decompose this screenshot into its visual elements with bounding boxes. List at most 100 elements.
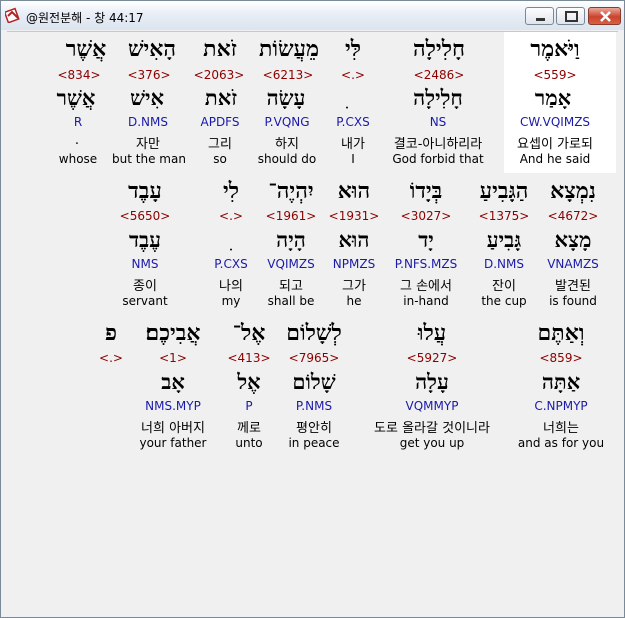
hebrew-word[interactable]: פ — [105, 320, 117, 346]
lexical-form: אַתָּה — [541, 369, 581, 394]
strong-number[interactable]: <559> — [533, 68, 576, 82]
title-bar[interactable]: @원전분해 - 창 44:17 — [1, 1, 624, 30]
korean-gloss: 너희는 — [543, 421, 579, 436]
lexical-form: שָׁלוֹם — [292, 369, 336, 394]
lexical-form: גָּבִיעַ — [486, 227, 522, 252]
strong-number[interactable]: <1931> — [329, 209, 380, 223]
korean-gloss: 하지 — [275, 137, 299, 152]
morphology-code[interactable]: P — [245, 399, 252, 413]
english-gloss: and as for you — [517, 436, 605, 450]
english-gloss: shall be — [267, 294, 315, 308]
strong-number[interactable]: <.> — [99, 351, 123, 365]
hebrew-word[interactable]: אֲבִיכֶם׃ — [146, 320, 201, 346]
hebrew-word[interactable]: חָלִילָה — [413, 36, 465, 62]
hebrew-word[interactable]: עָבֶד — [128, 178, 162, 204]
english-gloss: unto — [235, 436, 263, 450]
hebrew-word[interactable]: זֹאת — [203, 36, 237, 62]
lexical-form: עָשָׂה — [266, 85, 306, 110]
english-gloss: And he said — [519, 152, 591, 166]
korean-gloss: 결코-아니하리라 — [393, 137, 483, 152]
strong-number[interactable]: <5650> — [120, 209, 171, 223]
hebrew-word[interactable]: יִהְיֶה־ — [268, 178, 313, 204]
hebrew-word[interactable]: מֵעֲשׂוֹת — [259, 36, 319, 62]
hebrew-word[interactable]: נִמְצָא — [550, 178, 596, 204]
morphology-code[interactable]: D.NMS — [484, 257, 524, 271]
hebrew-word[interactable]: וְאַתֶּם — [538, 320, 585, 346]
strong-number[interactable]: <376> — [127, 68, 170, 82]
hebrew-word[interactable]: לִי — [223, 178, 239, 204]
morphology-code[interactable]: APDFS — [201, 115, 240, 129]
morphology-code[interactable]: VNAMZS — [547, 257, 599, 271]
strong-number[interactable]: <3027> — [401, 209, 452, 223]
morphology-code[interactable]: P.VQNG — [264, 115, 309, 129]
strong-number[interactable]: <2486> — [414, 68, 465, 82]
strong-number[interactable]: <859> — [539, 351, 582, 365]
morphology-code[interactable]: P.CXS — [214, 257, 247, 271]
maximize-button[interactable] — [556, 7, 585, 25]
lexical-form: אֶל — [237, 369, 261, 394]
korean-gloss: 요셉이 가로되 — [517, 137, 593, 152]
morphology-code[interactable]: P.CXS — [336, 115, 369, 129]
app-icon — [5, 7, 20, 23]
morphology-code[interactable]: NS — [430, 115, 447, 129]
morphology-code[interactable]: NMS — [132, 257, 159, 271]
morphology-code[interactable]: VQMMYP — [406, 399, 459, 413]
strong-number[interactable]: <1961> — [266, 209, 317, 223]
korean-gloss: 도로 올라갈 것이니라 — [374, 421, 490, 436]
english-gloss: but the man — [112, 152, 186, 166]
close-button[interactable] — [588, 7, 621, 25]
strong-number[interactable]: <.> — [219, 209, 243, 223]
lexical-form: עֶבֶד — [128, 227, 162, 252]
english-gloss: get you up — [399, 436, 465, 450]
korean-gloss: 자만 — [136, 137, 160, 152]
strong-number[interactable]: <1> — [159, 351, 187, 365]
strong-number[interactable]: <6213> — [263, 68, 314, 82]
strong-number[interactable]: <7965> — [289, 351, 340, 365]
strong-number[interactable]: <4672> — [548, 209, 599, 223]
korean-gloss: 께로 — [237, 421, 261, 436]
morphology-code[interactable]: VQIMZS — [267, 257, 314, 271]
english-gloss: the cup — [481, 294, 527, 308]
hebrew-word[interactable]: בְּיָדוֹ — [410, 178, 443, 204]
minimize-button[interactable] — [525, 7, 554, 25]
english-gloss: in peace — [288, 436, 340, 450]
lexical-form: חָלִילָה — [413, 85, 463, 110]
english-gloss: your father — [139, 436, 207, 450]
hebrew-word[interactable]: וַיֹּאמֶר — [530, 36, 579, 62]
strong-number[interactable]: <413> — [227, 351, 270, 365]
morphology-code[interactable]: NPMZS — [333, 257, 375, 271]
lexical-form: אִישׁ — [130, 85, 164, 110]
lexical-form: יָד — [418, 227, 434, 252]
korean-gloss: 평안히 — [296, 421, 332, 436]
hebrew-word[interactable]: לְשָׁלוֹם — [286, 320, 342, 346]
strong-number[interactable]: <.> — [341, 68, 365, 82]
korean-gloss: 너희 아버지 — [141, 421, 205, 436]
lexical-form: אָמַר — [534, 85, 572, 110]
morphology-code[interactable]: D.NMS — [128, 115, 168, 129]
morphology-code[interactable]: R — [74, 115, 82, 129]
strong-number[interactable]: <5927> — [407, 351, 458, 365]
interlinear-panel: אֲשֶׁר הָאִישׁ זֹאת מֵעֲשׂוֹת לִּי חָלִי… — [7, 31, 618, 610]
english-gloss: I — [351, 152, 355, 166]
morphology-code[interactable]: NMS.MYP — [145, 399, 201, 413]
minimize-icon — [536, 18, 545, 21]
morphology-code[interactable]: C.NPMYP — [534, 399, 587, 413]
morphology-code[interactable]: P.NFS.MZS — [395, 257, 457, 271]
hebrew-word[interactable]: אֲשֶׁר — [66, 36, 107, 62]
hebrew-word[interactable]: הָאִישׁ — [128, 36, 176, 62]
morphology-code[interactable]: P.NMS — [296, 399, 332, 413]
strong-number[interactable]: <1375> — [479, 209, 530, 223]
english-gloss: so — [213, 152, 227, 166]
strong-number[interactable]: <2063> — [194, 68, 245, 82]
hebrew-word[interactable]: הַגָּבִיעַ — [480, 178, 529, 204]
english-gloss: servant — [122, 294, 168, 308]
korean-gloss: 내가 — [341, 137, 365, 152]
hebrew-word[interactable]: אֶל־ — [233, 320, 266, 346]
hebrew-word[interactable]: הוּא — [338, 178, 370, 204]
hebrew-word[interactable]: לִּי — [345, 36, 361, 62]
strong-number[interactable]: <834> — [57, 68, 100, 82]
morphology-code[interactable]: CW.VQIMZS — [520, 115, 590, 129]
lexical-form: אָב — [161, 369, 185, 394]
english-gloss: he — [346, 294, 362, 308]
hebrew-word[interactable]: עֲלוּ — [418, 320, 446, 346]
